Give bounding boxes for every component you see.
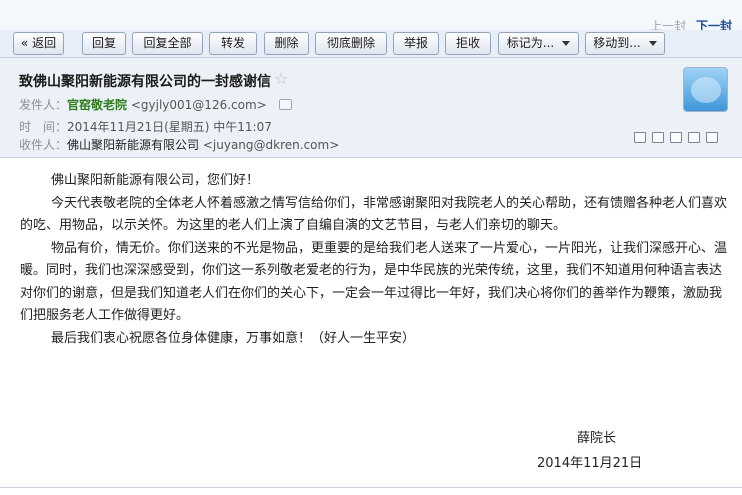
time-row: 时 间：2014年11月21日(星期五) 中午11:07 xyxy=(19,118,272,135)
to-row: 收件人：佛山聚阳新能源有限公司 <juyang@dkren.com> xyxy=(19,136,339,153)
mark-as-label: 标记为... xyxy=(506,36,555,50)
back-button[interactable]: « 返回 xyxy=(13,32,64,55)
paragraph-3: 最后我们衷心祝愿各位身体健康，万事如意！（好人一生平安） xyxy=(51,330,416,346)
reply-all-button[interactable]: 回复全部 xyxy=(132,32,203,55)
top-nav-bar: 上一封 下一封 xyxy=(0,0,742,33)
mail-body: 佛山聚阳新能源有限公司，您们好！ 今天代表敬老院的全体老人怀着感激之情写信给你们… xyxy=(20,170,730,350)
delete-permanently-button[interactable]: 彻底删除 xyxy=(315,32,387,55)
sender-name[interactable]: 官窑敬老院 xyxy=(67,98,127,112)
star-icon[interactable]: ☆ xyxy=(274,69,288,88)
mail-toolbar: « 返回 回复 回复全部 转发 删除 彻底删除 举报 拒收 标记为... 移动到… xyxy=(0,30,742,58)
move-to-dropdown[interactable]: 移动到... xyxy=(585,32,665,55)
window-icon[interactable] xyxy=(652,132,664,143)
export-icon[interactable] xyxy=(670,132,682,143)
sender-email[interactable]: <gyjly001@126.com> xyxy=(131,98,267,112)
signature-date: 2014年11月21日 xyxy=(537,456,643,471)
greeting: 佛山聚阳新能源有限公司，您们好！ xyxy=(51,173,260,188)
divider xyxy=(0,487,742,488)
from-row: 发件人：官窑敬老院 <gyjly001@126.com> xyxy=(19,96,292,113)
paragraph-1: 今天代表敬老院的全体老人怀着感激之情写信给你们，非常感谢聚阳对我院老人的关心帮助… xyxy=(20,195,728,234)
header-actions xyxy=(634,132,718,143)
chevron-down-icon xyxy=(562,41,571,46)
recipient-email[interactable]: <juyang@dkren.com> xyxy=(203,138,339,152)
more-icon[interactable] xyxy=(706,132,718,143)
mark-as-dropdown[interactable]: 标记为... xyxy=(498,32,579,55)
move-to-label: 移动到... xyxy=(593,36,641,50)
report-button[interactable]: 举报 xyxy=(393,32,439,55)
time-label: 时 间： xyxy=(19,120,68,134)
reject-button[interactable]: 拒收 xyxy=(445,32,491,55)
delete-button[interactable]: 删除 xyxy=(264,32,309,55)
to-label: 收件人： xyxy=(19,138,68,152)
popout-icon[interactable] xyxy=(634,132,646,143)
recipient-name[interactable]: 佛山聚阳新能源有限公司 xyxy=(67,138,199,152)
reply-button[interactable]: 回复 xyxy=(82,32,126,55)
mail-subject: 致佛山聚阳新能源有限公司的一封感谢信 xyxy=(19,74,271,90)
forward-button[interactable]: 转发 xyxy=(209,32,257,55)
avatar-face-icon xyxy=(691,77,721,103)
signature-name: 薛院长 xyxy=(577,431,617,446)
time-value: 2014年11月21日(星期五) 中午11:07 xyxy=(67,120,272,134)
from-label: 发件人： xyxy=(19,98,68,112)
paragraph-2: 物品有价，情无价。你们送来的不光是物品，更重要的是给我们老人送来了一片爱心，一片… xyxy=(20,240,728,324)
chevron-down-icon xyxy=(648,41,657,46)
print-icon[interactable] xyxy=(688,132,700,143)
sender-avatar xyxy=(683,67,728,112)
mail-header: 致佛山聚阳新能源有限公司的一封感谢信 ☆ 发件人：官窑敬老院 <gyjly001… xyxy=(0,58,742,158)
add-contact-icon[interactable] xyxy=(278,99,292,110)
